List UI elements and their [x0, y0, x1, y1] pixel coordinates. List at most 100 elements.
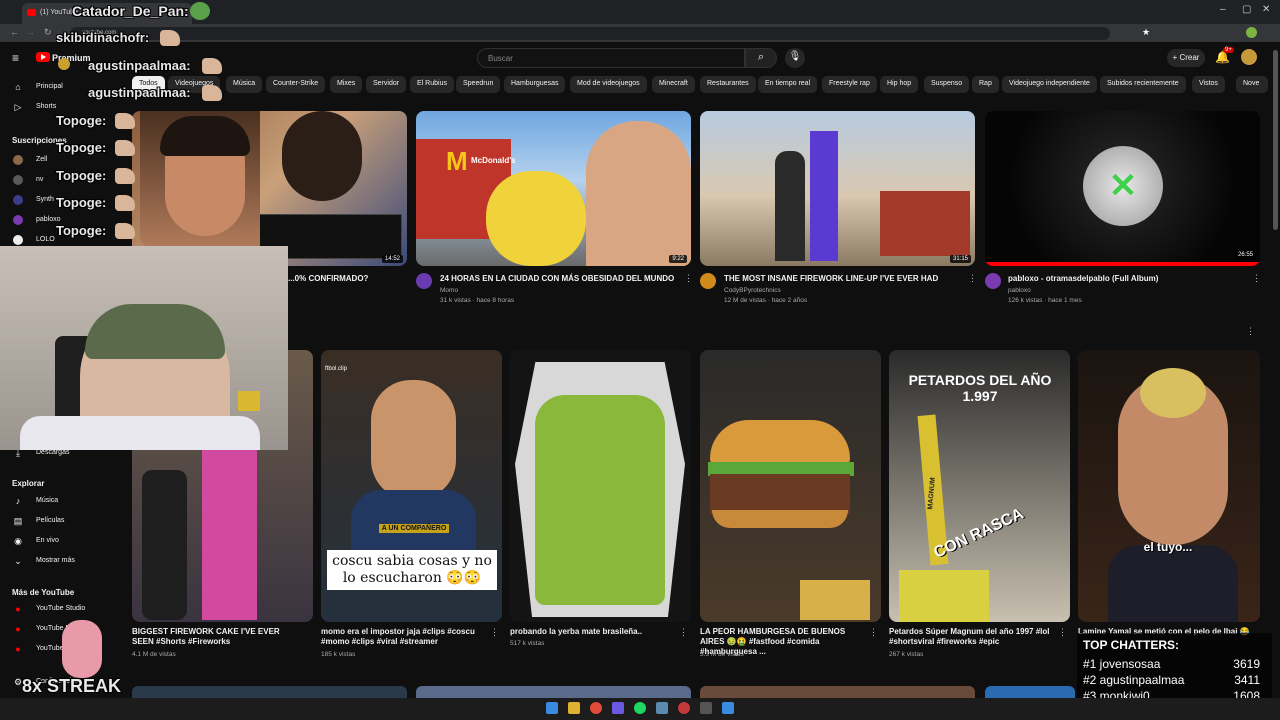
- short-thumbnail[interactable]: PETARDOS DEL AÑO 1.997 MAGNUM CON RASCA: [889, 350, 1070, 622]
- subscription-item[interactable]: Zell: [36, 156, 47, 163]
- forward-icon[interactable]: →: [26, 27, 35, 37]
- short-thumbnail[interactable]: ftbol.clip A UN COMPAÑERO coscu sabia co…: [321, 350, 502, 622]
- subscription-item[interactable]: nv: [36, 176, 43, 183]
- back-icon[interactable]: ←: [10, 27, 19, 37]
- channel-avatar[interactable]: [700, 273, 716, 289]
- short-thumbnail[interactable]: [510, 350, 691, 622]
- avatar: [13, 235, 23, 245]
- video-thumbnail[interactable]: [416, 686, 691, 698]
- search-icon: ⌕: [757, 51, 765, 63]
- noodles-on-head: [1140, 368, 1206, 418]
- more-options-icon[interactable]: ⋮: [869, 627, 878, 638]
- search-button[interactable]: ⌕: [745, 48, 777, 68]
- chip[interactable]: El Rubius: [410, 76, 454, 93]
- chat-username: Topoge:: [56, 113, 107, 128]
- video-thumbnail[interactable]: 31:15: [700, 111, 975, 266]
- chat-username: Topoge:: [56, 223, 107, 238]
- voice-search-button[interactable]: 🎙: [785, 48, 805, 68]
- url-field[interactable]: youtube.com: [70, 27, 1110, 40]
- more-options-icon[interactable]: ⋮: [1252, 273, 1261, 284]
- video-title[interactable]: 24 HORAS EN LA CIUDAD CON MÁS OBESIDAD D…: [440, 274, 674, 284]
- more-options-icon[interactable]: ⋮: [490, 627, 499, 638]
- close-icon[interactable]: ✕: [1262, 4, 1270, 15]
- chip[interactable]: Counter-Strike: [266, 76, 326, 93]
- discord-icon[interactable]: [612, 702, 624, 714]
- youtube-studio-icon: ●: [15, 604, 21, 614]
- subscription-item[interactable]: pabloxo: [36, 216, 61, 223]
- chip[interactable]: Suspenso: [924, 76, 970, 93]
- youtube-logo-icon[interactable]: [36, 52, 50, 62]
- app-icon[interactable]: [700, 702, 712, 714]
- chrome-icon[interactable]: [590, 702, 602, 714]
- chip[interactable]: Subidos recientemente: [1100, 76, 1186, 93]
- video-thumbnail[interactable]: M McDonald's 9:22: [416, 111, 691, 266]
- sidebar-item-studio[interactable]: ● YouTube Studio: [0, 600, 125, 618]
- profile-avatar[interactable]: [1246, 27, 1257, 38]
- video-title[interactable]: pabloxo - otramasdelpablo (Full Album): [1008, 274, 1158, 284]
- channel-avatar[interactable]: [416, 273, 432, 289]
- channel-name[interactable]: pabloxo: [1008, 286, 1031, 296]
- sidebar-item-music[interactable]: ♪ Música: [0, 492, 125, 510]
- app-icon[interactable]: [722, 702, 734, 714]
- create-button[interactable]: + Crear: [1167, 49, 1205, 67]
- chip[interactable]: Restaurantes: [700, 76, 756, 93]
- video-thumbnail[interactable]: [132, 686, 407, 698]
- obs-icon[interactable]: [678, 702, 690, 714]
- short-thumbnail[interactable]: el tuyo...: [1078, 350, 1260, 622]
- chip[interactable]: Mixes: [330, 76, 363, 93]
- shorts-section-menu-icon[interactable]: ⋮: [1246, 326, 1255, 337]
- chip[interactable]: Servidor: [366, 76, 407, 93]
- short-title[interactable]: BIGGEST FIREWORK CAKE I'VE EVER SEEN #Sh…: [132, 627, 302, 647]
- video-thumbnail[interactable]: ✕ 26:55: [985, 111, 1260, 266]
- short-thumbnail[interactable]: [700, 350, 881, 622]
- subscription-item[interactable]: Synth: [36, 196, 54, 203]
- video-title[interactable]: THE MOST INSANE FIREWORK LINE-UP I'VE EV…: [724, 274, 938, 284]
- short-title[interactable]: momo era el impostor jaja #clips #coscu …: [321, 627, 486, 647]
- file-explorer-icon[interactable]: [568, 702, 580, 714]
- firework-stack: [880, 191, 970, 256]
- minimize-icon[interactable]: –: [1220, 4, 1226, 15]
- maximize-icon[interactable]: ▢: [1242, 4, 1251, 15]
- short-title[interactable]: Petardos Súper Magnum del año 1997 #lol …: [889, 627, 1054, 647]
- chip[interactable]: Mod de videojuegos: [570, 76, 647, 93]
- steam-icon[interactable]: [656, 702, 668, 714]
- more-options-icon[interactable]: ⋮: [968, 273, 977, 284]
- video-title[interactable]: ...0% CONFIRMADO?: [288, 274, 368, 284]
- chip[interactable]: Hip hop: [880, 76, 919, 93]
- chip[interactable]: Freestyle rap: [822, 76, 877, 93]
- firework-box: [810, 131, 838, 261]
- more-options-icon[interactable]: ⋮: [684, 273, 693, 284]
- video-thumbnail[interactable]: [700, 686, 975, 698]
- page-scrollbar[interactable]: [1273, 50, 1278, 230]
- chip[interactable]: Videojuego independiente: [1002, 76, 1097, 93]
- chip[interactable]: Minecraft: [652, 76, 695, 93]
- chip[interactable]: Hamburguesas: [504, 76, 566, 93]
- chip[interactable]: Nove: [1236, 76, 1268, 93]
- chip[interactable]: Speedrun: [456, 76, 501, 93]
- account-avatar[interactable]: [1241, 49, 1257, 65]
- bookmark-star-icon[interactable]: ★: [1142, 27, 1150, 38]
- caption-tag: A UN COMPAÑERO: [379, 524, 449, 533]
- channel-name[interactable]: CodyBPyrotechnics: [724, 286, 781, 296]
- menu-icon[interactable]: ≡: [12, 51, 19, 65]
- subscription-item[interactable]: LOLO: [36, 236, 55, 243]
- sidebar-item-movies[interactable]: ▤ Películas: [0, 512, 125, 530]
- search-input[interactable]: Buscar: [477, 48, 745, 68]
- sidebar-item-show-more[interactable]: ⌄ Mostrar más: [0, 552, 125, 570]
- video-thumbnail[interactable]: [985, 686, 1075, 698]
- reaction-facecam: [140, 111, 260, 246]
- more-options-icon[interactable]: ⋮: [1058, 627, 1067, 638]
- channel-avatar[interactable]: [985, 273, 1001, 289]
- chip[interactable]: Rap: [972, 76, 999, 93]
- chip[interactable]: En tiempo real: [758, 76, 818, 93]
- channel-name[interactable]: Momo: [440, 286, 458, 296]
- more-options-icon[interactable]: ⋮: [679, 627, 688, 638]
- reload-icon[interactable]: ↻: [44, 27, 52, 38]
- short-title[interactable]: probando la yerba mate brasileña..: [510, 627, 675, 637]
- spotify-icon[interactable]: [634, 702, 646, 714]
- chip[interactable]: Música: [226, 76, 263, 93]
- windows-start-icon[interactable]: [546, 702, 558, 714]
- chip[interactable]: Vistos: [1192, 76, 1225, 93]
- sidebar-item-live[interactable]: ◉ En vivo: [0, 532, 125, 550]
- avatar: [13, 215, 23, 225]
